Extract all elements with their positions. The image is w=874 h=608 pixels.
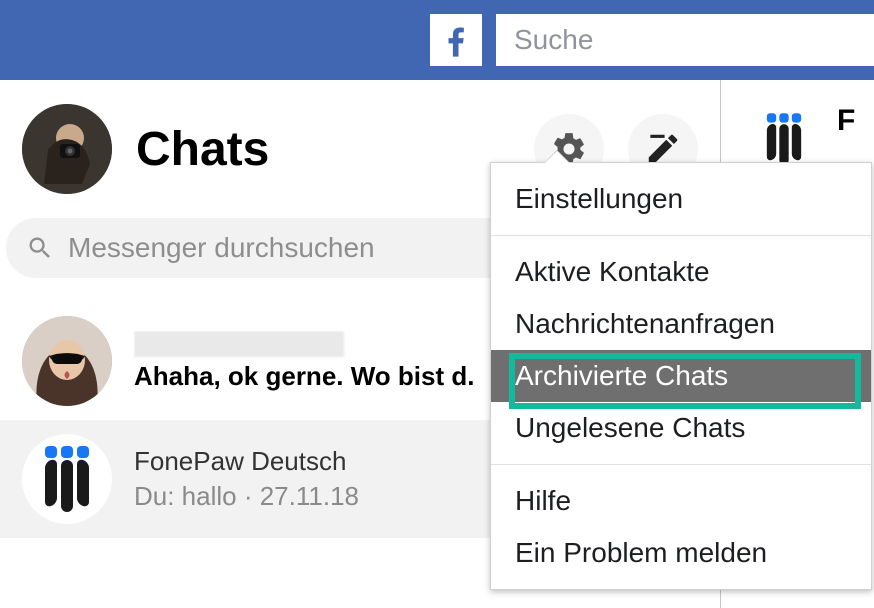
global-search-input[interactable] xyxy=(514,24,856,56)
my-avatar[interactable] xyxy=(22,104,112,194)
dd-item-settings[interactable]: Einstellungen xyxy=(491,173,871,225)
settings-dropdown: Einstellungen Aktive Kontakte Nachrichte… xyxy=(490,162,872,590)
facebook-top-bar xyxy=(0,0,874,80)
contact-name-redacted xyxy=(134,331,344,357)
dropdown-arrow xyxy=(545,151,569,163)
dd-item-help[interactable]: Hilfe xyxy=(491,475,871,527)
dd-item-unread-chats[interactable]: Ungelesene Chats xyxy=(491,402,871,454)
facebook-logo[interactable] xyxy=(430,14,482,66)
search-icon xyxy=(26,234,54,262)
dd-item-report-problem[interactable]: Ein Problem melden xyxy=(491,527,871,579)
global-search-box[interactable] xyxy=(496,14,874,66)
dd-item-active-contacts[interactable]: Aktive Kontakte xyxy=(491,246,871,298)
dd-item-archived-chats[interactable]: Archivierte Chats xyxy=(491,350,871,402)
contact-avatar xyxy=(22,316,112,406)
contact-avatar xyxy=(22,434,112,524)
conversation-name: F xyxy=(837,104,855,138)
dd-item-message-requests[interactable]: Nachrichtenanfragen xyxy=(491,298,871,350)
page-title: Chats xyxy=(136,122,510,177)
